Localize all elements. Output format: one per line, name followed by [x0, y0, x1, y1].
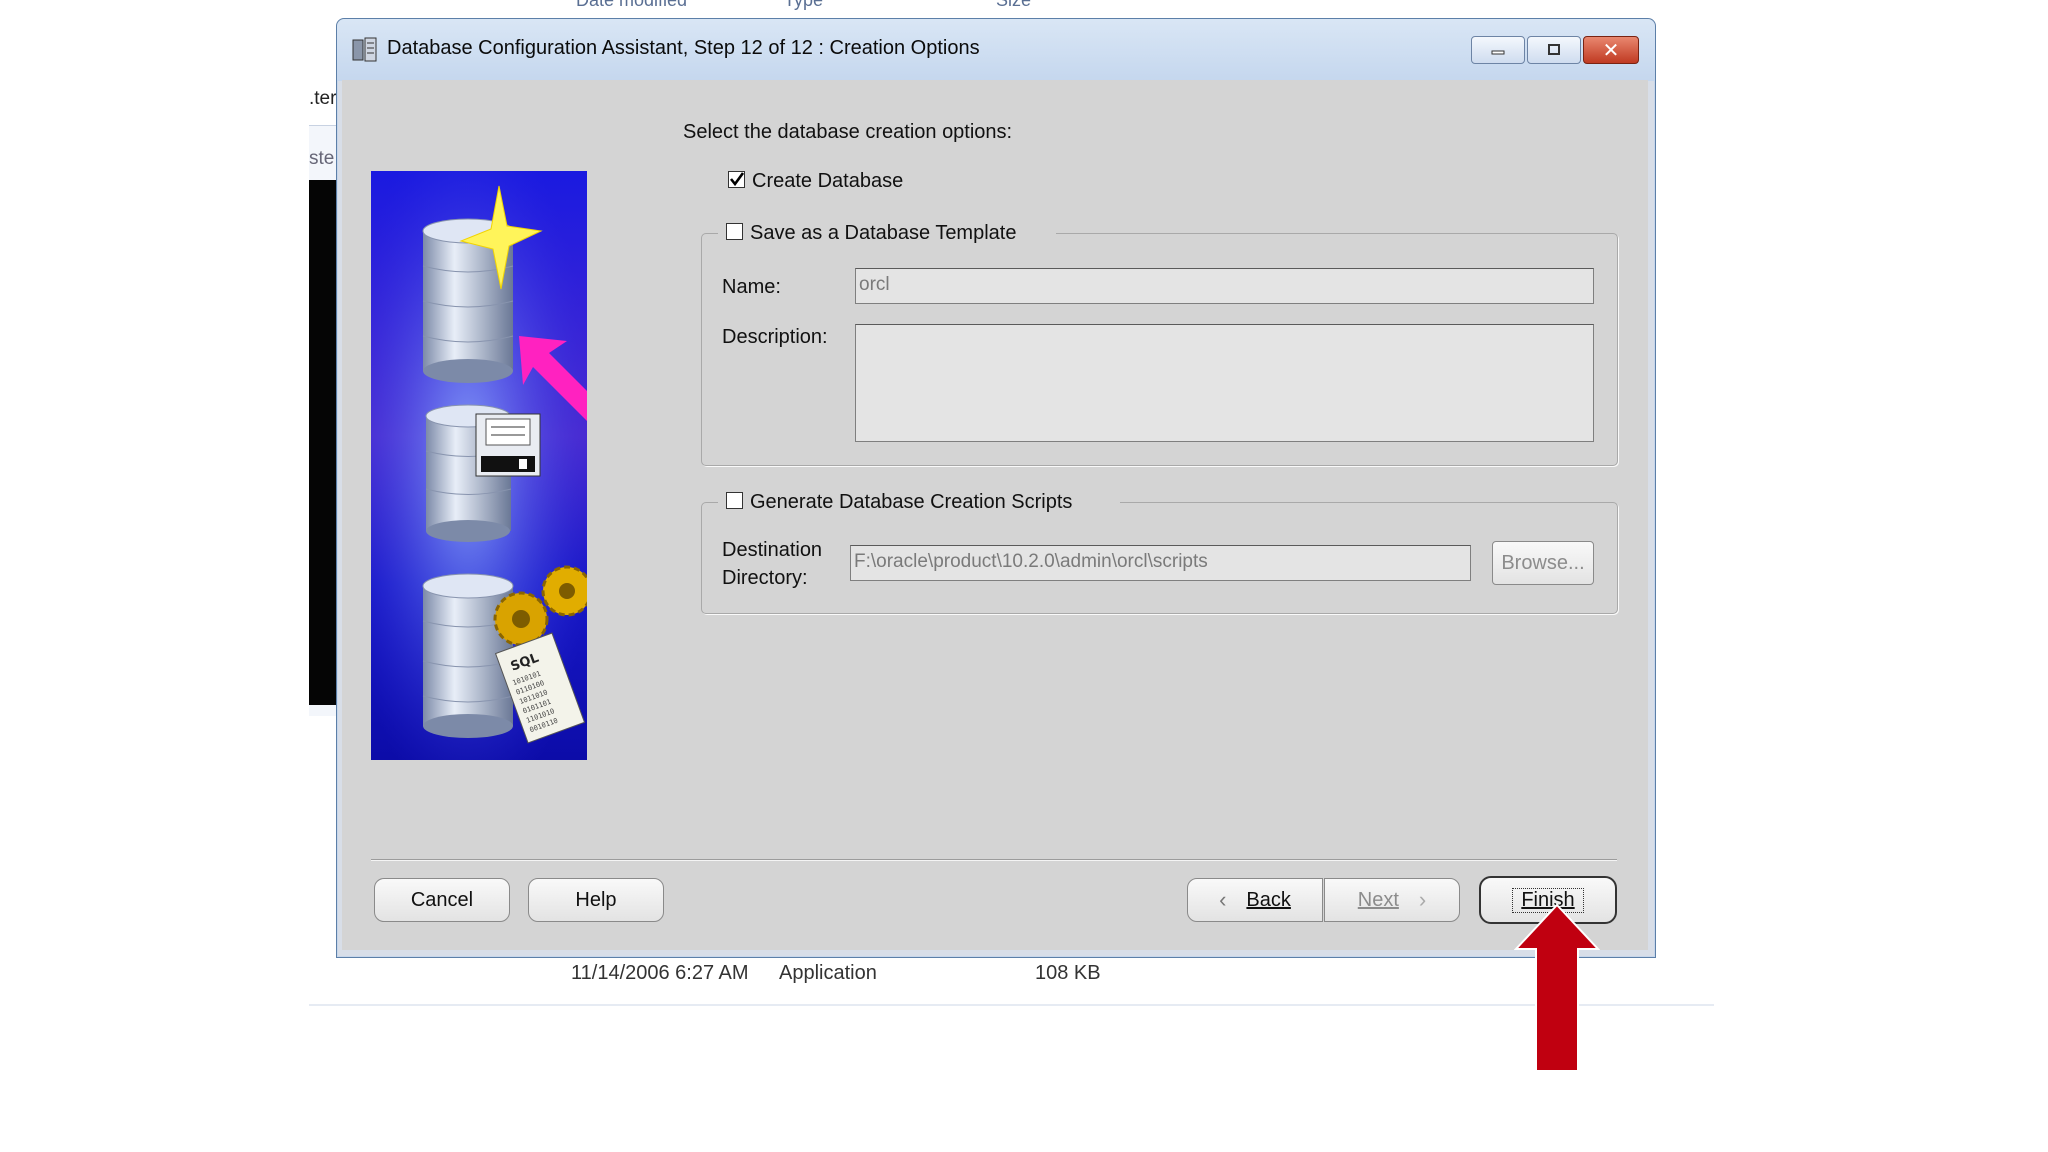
bg-file-size: 108 KB [1035, 962, 1101, 984]
bg-col-date-modified: Date modified [576, 0, 688, 10]
back-button-label: Back [1246, 888, 1291, 911]
minimize-button[interactable] [1471, 36, 1525, 64]
template-description-label: Description: [722, 326, 828, 348]
next-button-label: Next [1357, 888, 1399, 911]
button-separator [371, 859, 1617, 861]
bg-preview-pane [309, 180, 337, 705]
save-template-label: Save as a Database Template [750, 222, 1017, 244]
chevron-right-icon: › [1418, 887, 1427, 912]
template-name-field[interactable]: orcl [855, 268, 1594, 304]
cancel-button[interactable]: Cancel [374, 878, 510, 922]
chevron-left-icon: ‹ [1219, 887, 1227, 912]
save-template-checkbox[interactable] [726, 223, 743, 240]
destination-directory-field[interactable]: F:\oracle\product\10.2.0\admin\orcl\scri… [850, 545, 1471, 581]
database-assistant-icon [352, 37, 377, 62]
browse-button[interactable]: Browse... [1492, 541, 1594, 585]
bg-left-fragment-2: ste [309, 148, 335, 169]
bg-column-headers: Date modified Type Size [548, 0, 1108, 10]
bg-left-fragment-1: .ter [309, 88, 337, 109]
destination-directory-label-line2: Directory: [722, 567, 808, 589]
bg-file-row[interactable]: 11/14/2006 6:27 AM Application 108 KB [309, 952, 1714, 1006]
template-name-label: Name: [722, 276, 781, 298]
generate-scripts-label: Generate Database Creation Scripts [750, 491, 1073, 513]
bg-col-type: Type [784, 0, 824, 10]
maximize-button[interactable] [1527, 36, 1581, 64]
destination-directory-label-line1: Destination [722, 539, 823, 561]
next-button[interactable]: Next › [1324, 878, 1460, 922]
database-options-illustration: SQL 101010101101001011010 01011011101010… [371, 171, 587, 760]
bg-file-date: 11/14/2006 6:27 AM [571, 962, 749, 984]
bg-file-type: Application [779, 962, 877, 984]
red-up-arrow-icon [1514, 903, 1600, 1072]
checkmark-icon [729, 172, 745, 187]
create-database-label: Create Database [752, 170, 904, 192]
title-bar[interactable]: Database Configuration Assistant, Step 1… [337, 19, 1655, 81]
generate-scripts-checkbox[interactable] [726, 492, 743, 509]
create-database-checkbox[interactable] [728, 171, 745, 188]
creation-options-prompt: Select the database creation options: [683, 121, 1013, 143]
template-description-field[interactable] [855, 324, 1594, 442]
close-button[interactable]: ✕ [1583, 36, 1639, 64]
minimize-icon [1491, 50, 1505, 55]
maximize-icon [1548, 44, 1560, 55]
help-button[interactable]: Help [528, 878, 664, 922]
close-icon: ✕ [1602, 39, 1620, 62]
back-button[interactable]: ‹ Back [1187, 878, 1323, 922]
bg-col-size: Size [996, 0, 1032, 10]
window-title: Database Configuration Assistant, Step 1… [387, 37, 980, 59]
